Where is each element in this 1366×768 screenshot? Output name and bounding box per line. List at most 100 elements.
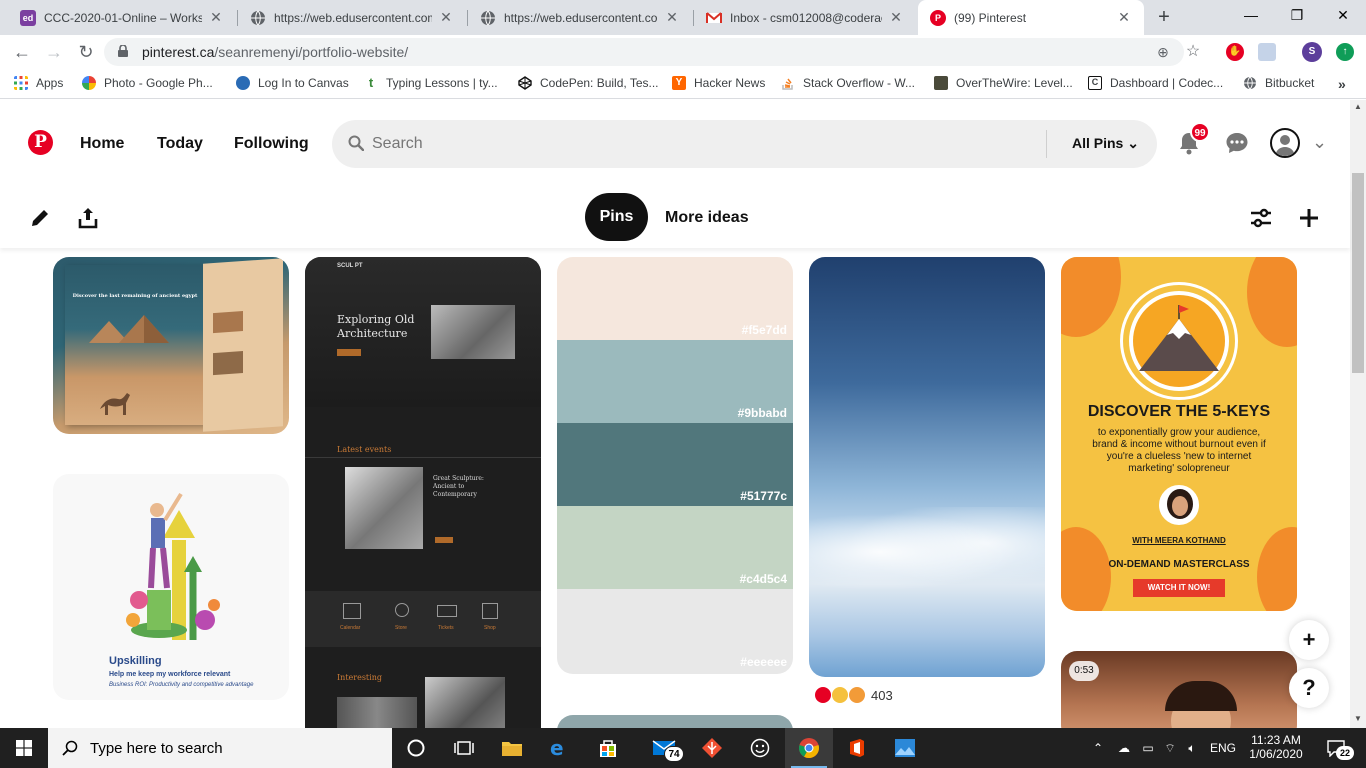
bookmark-codecademy[interactable]: C Dashboard | Codec...: [1088, 76, 1223, 90]
microsoft-store-icon[interactable]: [584, 728, 632, 768]
taskbar-search-placeholder: Type here to search: [90, 739, 223, 757]
pin-masterclass[interactable]: DISCOVER THE 5-KEYS to exponentially gro…: [1061, 257, 1297, 611]
onedrive-cloud-icon[interactable]: ☁: [1114, 728, 1134, 768]
presenter-photo: [1159, 485, 1199, 525]
pin-sculpt-website[interactable]: SCUL PT Exploring Old Architecture Lates…: [305, 257, 541, 728]
palette-swatch-3: #51777c: [557, 423, 793, 506]
back-arrow-icon[interactable]: ←: [10, 40, 34, 64]
update-icon[interactable]: ↑: [1336, 43, 1354, 61]
shield-extension-icon[interactable]: [1258, 43, 1276, 61]
edge-browser-icon[interactable]: e: [536, 728, 584, 768]
all-pins-dropdown[interactable]: All Pins ⌄: [1072, 135, 1139, 152]
bookmark-stack-overflow[interactable]: Stack Overflow - W...: [781, 76, 915, 90]
messages-icon[interactable]: [1224, 130, 1250, 156]
filter-sliders-icon[interactable]: [1249, 206, 1273, 230]
bookmark-codepen[interactable]: CodePen: Build, Tes...: [518, 76, 659, 90]
tab-pins[interactable]: Pins: [585, 193, 648, 241]
scrollbar-thumb[interactable]: [1352, 173, 1364, 373]
close-tab-icon[interactable]: ✕: [438, 9, 454, 26]
sculpture-photo: [431, 305, 515, 359]
pin-egypt-website[interactable]: Discover the last remaining of ancient e…: [53, 257, 289, 434]
office-app-icon[interactable]: [833, 728, 881, 768]
page-scrollbar[interactable]: ▲ ▼: [1350, 100, 1366, 728]
icon-label: Shop: [484, 625, 496, 631]
zoom-icon[interactable]: ⊕: [1154, 43, 1172, 61]
nav-following[interactable]: Following: [234, 135, 309, 153]
nav-home[interactable]: Home: [80, 135, 124, 153]
bookmark-label: Stack Overflow - W...: [803, 76, 916, 90]
photos-app-icon[interactable]: [881, 728, 929, 768]
git-app-icon[interactable]: [688, 728, 736, 768]
bookmark-google-photos[interactable]: Photo - Google Ph...: [82, 76, 213, 90]
pin-color-palette[interactable]: #f5e7dd #9bbabd #51777c #c4d5c4 #eeeeee: [557, 257, 793, 674]
action-center-icon[interactable]: 22: [1318, 728, 1358, 768]
close-tab-icon[interactable]: ✕: [888, 9, 904, 26]
upskilling-illustration: [126, 492, 220, 640]
pin-video[interactable]: 0:53: [1061, 651, 1297, 728]
new-tab-button[interactable]: +: [1152, 6, 1176, 30]
close-tab-icon[interactable]: ✕: [208, 9, 224, 26]
bookmark-label: OverTheWire: Level...: [956, 76, 1073, 90]
volume-icon[interactable]: 🔈︎: [1182, 728, 1202, 768]
profile-avatar[interactable]: S: [1302, 42, 1322, 62]
bookmark-typing[interactable]: t Typing Lessons | ty...: [364, 76, 498, 91]
windows-start-button[interactable]: [0, 728, 48, 768]
browser-tab-1[interactable]: ed CCC-2020-01-Online – Worksp ✕: [8, 0, 236, 35]
bookmark-apps[interactable]: Apps: [14, 76, 63, 90]
user-avatar[interactable]: [1270, 128, 1300, 158]
minimize-button[interactable]: —: [1228, 0, 1274, 32]
browser-tab-2[interactable]: https://web.edusercontent.com ✕: [238, 0, 466, 35]
sculpt-hero: SCUL PT Exploring Old Architecture: [305, 257, 541, 407]
bookmark-overthewire[interactable]: OverTheWire: Level...: [934, 76, 1073, 90]
codecademy-icon: C: [1088, 76, 1102, 90]
scroll-down-arrow-icon[interactable]: ▼: [1353, 714, 1363, 723]
maximize-button[interactable]: ❐: [1274, 0, 1320, 32]
network-icon[interactable]: ⌔: [1160, 728, 1180, 768]
tray-expand-chevron-icon[interactable]: ⌃: [1090, 728, 1106, 768]
pin-upskilling[interactable]: Upskilling Help me keep my workforce rel…: [53, 474, 289, 700]
battery-icon[interactable]: ▭: [1138, 728, 1158, 768]
pin-sky-clouds[interactable]: [809, 257, 1045, 677]
address-bar[interactable]: pinterest.ca/seanremenyi/portfolio-websi…: [104, 38, 1200, 66]
calendar-icon: [343, 603, 361, 619]
browser-tab-5-active[interactable]: P (99) Pinterest ✕: [918, 0, 1144, 35]
help-fab[interactable]: ?: [1289, 668, 1329, 708]
taskbar-search-box[interactable]: Type here to search: [48, 728, 392, 768]
close-window-button[interactable]: ✕: [1320, 0, 1366, 32]
task-view-icon[interactable]: [440, 728, 488, 768]
edit-pencil-icon[interactable]: [28, 206, 52, 230]
close-tab-icon[interactable]: ✕: [1116, 9, 1132, 26]
browser-tab-4[interactable]: Inbox - csm012008@coderaca ✕: [694, 0, 916, 35]
nav-today[interactable]: Today: [157, 135, 203, 153]
feedback-app-icon[interactable]: [736, 728, 784, 768]
bookmark-star-icon[interactable]: ☆: [1184, 43, 1202, 61]
clock[interactable]: 11:23 AM 1/06/2020: [1244, 728, 1308, 768]
adblock-extension-icon[interactable]: ✋: [1226, 43, 1244, 61]
divider: [305, 457, 541, 458]
cortana-icon[interactable]: [392, 728, 440, 768]
board-toolbar: Pins More ideas: [0, 188, 1350, 248]
browser-tab-3[interactable]: https://web.edusercontent.com ✕: [468, 0, 692, 35]
share-upload-icon[interactable]: [76, 206, 100, 230]
tab-more-ideas[interactable]: More ideas: [665, 209, 749, 227]
chrome-app-icon[interactable]: [785, 728, 833, 768]
language-indicator[interactable]: ENG: [1206, 728, 1240, 768]
store-icon: [395, 603, 409, 617]
pin-next-partial[interactable]: [557, 715, 793, 728]
bookmark-canvas[interactable]: Log In to Canvas: [236, 76, 349, 90]
bookmark-hacker-news[interactable]: Y Hacker News: [672, 76, 765, 90]
reload-icon[interactable]: ↻: [74, 40, 98, 64]
search-input[interactable]: [372, 132, 1012, 156]
file-explorer-icon[interactable]: [488, 728, 536, 768]
more-bookmarks-chevron-icon[interactable]: »: [1338, 76, 1346, 92]
pinterest-logo[interactable]: P: [28, 130, 53, 155]
forward-arrow-icon[interactable]: →: [42, 40, 66, 64]
close-tab-icon[interactable]: ✕: [664, 9, 680, 26]
bookmark-bitbucket[interactable]: Bitbucket: [1243, 76, 1314, 90]
scroll-up-arrow-icon[interactable]: ▲: [1353, 102, 1363, 111]
account-chevron-down-icon[interactable]: ⌄: [1312, 132, 1327, 153]
add-pin-fab[interactable]: +: [1289, 620, 1329, 660]
pin-reactions[interactable]: 403: [815, 687, 893, 703]
mail-app-icon[interactable]: 74: [644, 728, 692, 768]
add-plus-icon[interactable]: [1297, 206, 1321, 230]
